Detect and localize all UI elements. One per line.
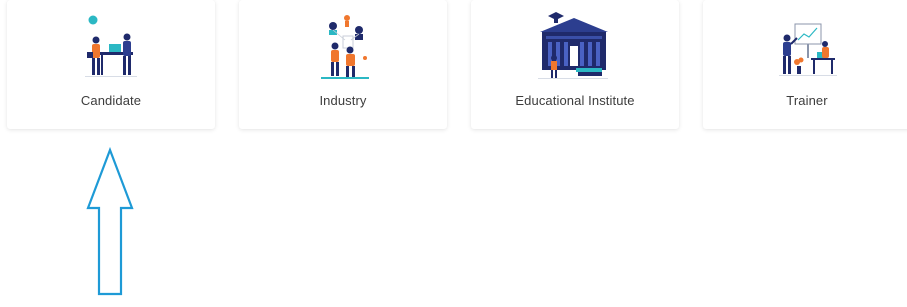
educational-institute-card[interactable]: Educational Institute [471,0,679,129]
industry-illustration [239,10,447,82]
educational-institute-illustration [471,10,679,82]
up-arrow-icon [86,146,134,296]
trainer-illustration [703,10,907,82]
educational-institute-label: Educational Institute [515,93,635,108]
role-selection-page: Candidate Industry Educational Institute… [0,0,907,307]
industry-label: Industry [319,93,367,108]
candidate-card[interactable]: Candidate [7,0,215,129]
trainer-card[interactable]: Trainer [703,0,907,129]
industry-card[interactable]: Industry [239,0,447,129]
candidate-illustration [7,10,215,82]
trainer-label: Trainer [786,93,828,108]
candidate-label: Candidate [80,93,142,108]
